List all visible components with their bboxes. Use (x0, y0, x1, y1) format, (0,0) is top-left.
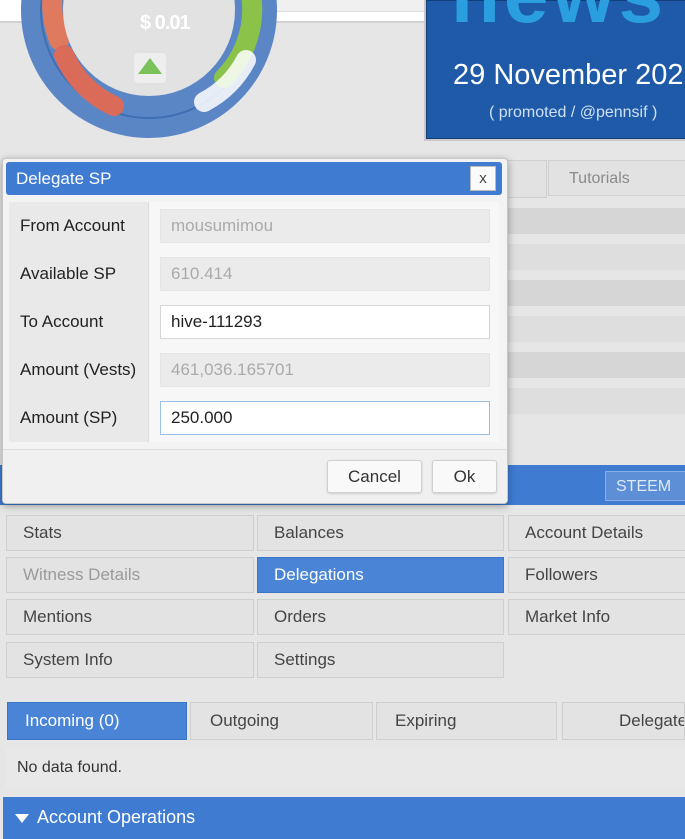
nav-delegations[interactable]: Delegations (257, 557, 504, 593)
delegate-sp-dialog: Delegate SP x From Account Available SP … (2, 158, 508, 504)
currency-select-value: STEEM (616, 478, 672, 495)
amount-sp-label: Amount (SP) (9, 394, 149, 442)
nav-witness-details[interactable]: Witness Details (6, 557, 254, 593)
gauge-value: $ 0.01 (140, 12, 191, 34)
to-account-field[interactable] (160, 305, 490, 339)
list-item (500, 208, 685, 234)
amount-sp-row: Amount (SP) (9, 394, 499, 442)
close-button[interactable]: x (470, 166, 496, 191)
tab-delegate[interactable]: Delegate (562, 702, 685, 740)
nav-account-details[interactable]: Account Details (508, 515, 685, 551)
caret-down-icon (15, 813, 29, 823)
nav-system-info[interactable]: System Info (6, 642, 254, 678)
amount-sp-field[interactable] (160, 401, 490, 435)
amount-vests-label: Amount (Vests) (9, 346, 149, 394)
list-item (500, 244, 685, 270)
nav-settings[interactable]: Settings (257, 642, 504, 678)
list-item (500, 316, 685, 342)
nav-mentions[interactable]: Mentions (6, 599, 254, 635)
list-item (500, 388, 685, 414)
nav-balances[interactable]: Balances (257, 515, 504, 551)
to-account-row: To Account (9, 298, 499, 346)
tab-outgoing[interactable]: Outgoing (190, 702, 373, 740)
dialog-footer: Cancel Ok (3, 449, 507, 503)
available-sp-label: Available SP (9, 250, 149, 298)
tab-incoming[interactable]: Incoming (0) (7, 702, 187, 740)
dialog-title: Delegate SP (16, 169, 112, 188)
nav-stats[interactable]: Stats (6, 515, 254, 551)
from-account-label: From Account (9, 202, 149, 250)
available-sp-field[interactable] (160, 257, 490, 291)
news-banner[interactable]: news 29 November 2022 ( promoted / @penn… (426, 0, 685, 139)
news-date: 29 November 2022 (453, 59, 685, 91)
tab-tutorials[interactable]: Tutorials (548, 160, 685, 196)
to-account-label: To Account (9, 298, 149, 346)
amount-vests-field[interactable] (160, 353, 490, 387)
account-operations-label: Account Operations (37, 807, 196, 827)
nav-orders[interactable]: Orders (257, 599, 504, 635)
amount-vests-row: Amount (Vests) (9, 346, 499, 394)
account-operations-header[interactable]: Account Operations (3, 797, 685, 839)
from-account-row: From Account (9, 202, 499, 250)
news-subtitle: ( promoted / @pennsif ) (489, 104, 658, 121)
nav-followers[interactable]: Followers (508, 557, 685, 593)
nav-market-info[interactable]: Market Info (508, 599, 685, 635)
ok-button[interactable]: Ok (432, 460, 497, 493)
cancel-button[interactable]: Cancel (327, 460, 422, 493)
news-title: news (451, 0, 667, 41)
empty-table-message: No data found. (5, 748, 685, 788)
currency-select[interactable]: STEEM (605, 471, 685, 501)
tab-delegate-label: Delegate (619, 711, 685, 730)
list-item (500, 352, 685, 378)
tab-expiring[interactable]: Expiring (376, 702, 557, 740)
list-item (500, 280, 685, 306)
dialog-title-bar: Delegate SP x (6, 162, 502, 195)
available-sp-row: Available SP (9, 250, 499, 298)
voting-power-gauge: $ 0.01 (14, 0, 284, 142)
from-account-field[interactable] (160, 209, 490, 243)
